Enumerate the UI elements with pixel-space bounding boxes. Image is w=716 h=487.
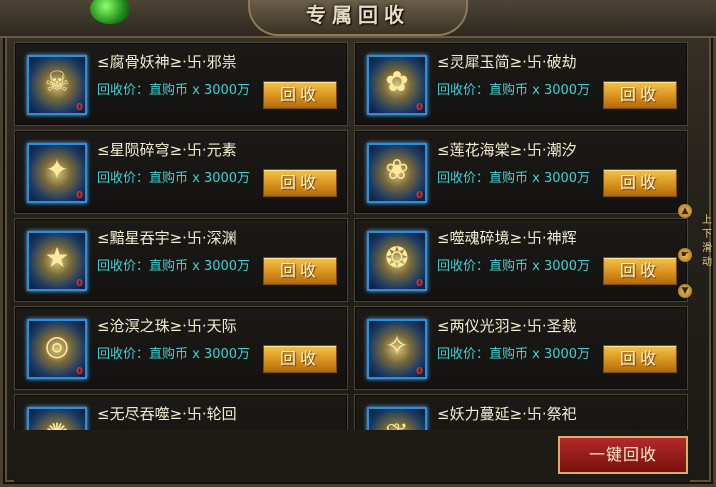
list-item: ❦ ≤妖力蔓延≥·卐·祭祀 回收价：直购币 x 3000万 回收 (354, 394, 688, 430)
item-list[interactable]: ☠ 0 ≤腐骨妖神≥·卐·邪祟 回收价：直购币 x 3000万 回收 ✿ 0 ≤灵犀… (14, 42, 690, 430)
item-count: 0 (416, 190, 423, 201)
list-item: ✺ ≤无尽吞噬≥·卐·轮回 回收价：直购币 x 3000万 回收 (14, 394, 348, 430)
item-price: 回收价：直购币 x 3000万 (437, 171, 591, 186)
item-count: 0 (76, 190, 83, 201)
feather-icon[interactable]: ✧ 0 (367, 319, 427, 379)
recycle-button[interactable]: 回收 (603, 81, 677, 109)
list-item: ❂ 0 ≤噬魂碎境≥·卐·神辉 回收价：直购币 x 3000万 回收 (354, 218, 688, 302)
item-count: 0 (76, 102, 83, 113)
item-name: ≤两仪光羽≥·卐·圣裁 (437, 317, 577, 335)
lotus-icon[interactable]: ❀ 0 (367, 143, 427, 203)
recycle-button[interactable]: 回收 (603, 257, 677, 285)
title-bar: 专属回收 (0, 0, 716, 38)
item-count: 0 (416, 102, 423, 113)
item-name: ≤妖力蔓延≥·卐·祭祀 (437, 405, 577, 423)
recycle-button[interactable]: 回收 (263, 169, 337, 197)
demon-skull-icon[interactable]: ☠ 0 (27, 55, 87, 115)
scroll-nav: ▲ ☛ ▼ (678, 200, 702, 300)
recycle-button[interactable]: 回收 (603, 169, 677, 197)
recycle-window: 专属回收 ☠ 0 ≤腐骨妖神≥·卐·邪祟 回收价：直购币 x 3000万 回收 ✿… (0, 0, 716, 487)
list-item: ✿ 0 ≤灵犀玉简≥·卐·破劫 回收价：直购币 x 3000万 回收 (354, 42, 688, 126)
item-price: 回收价：直购币 x 3000万 (437, 347, 591, 362)
scroll-up-icon[interactable]: ▲ (678, 204, 692, 218)
scroll-hint: 上下滑动 (702, 215, 712, 268)
list-item: ◎ 0 ≤沧溟之珠≥·卐·天际 回收价：直购币 x 3000万 回收 (14, 306, 348, 390)
item-price: 回收价：直购币 x 3000万 (437, 83, 591, 98)
recycle-button[interactable]: 回收 (603, 345, 677, 373)
recycle-button[interactable]: 回收 (263, 81, 337, 109)
item-name: ≤腐骨妖神≥·卐·邪祟 (97, 53, 237, 71)
item-price: 回收价：直购币 x 3000万 (97, 347, 251, 362)
devour-icon[interactable]: ✺ (27, 407, 87, 430)
item-name: ≤沧溟之珠≥·卐·天际 (97, 317, 237, 335)
item-name: ≤莲花海棠≥·卐·潮汐 (437, 141, 577, 159)
item-price: 回收价：直购币 x 3000万 (97, 259, 251, 274)
item-name: ≤噬魂碎境≥·卐·神辉 (437, 229, 577, 247)
item-count: 0 (416, 278, 423, 289)
item-price: 回收价：直购币 x 3000万 (437, 259, 591, 274)
item-count: 0 (76, 278, 83, 289)
item-name: ≤星陨碎穹≥·卐·元素 (97, 141, 237, 159)
green-gem-icon (90, 0, 130, 24)
dark-star-icon[interactable]: ★ 0 (27, 231, 87, 291)
hand-pointer-icon: ☛ (678, 248, 692, 262)
item-price: 回收价：直购币 x 3000万 (97, 171, 251, 186)
list-item: ✧ 0 ≤两仪光羽≥·卐·圣裁 回收价：直购币 x 3000万 回收 (354, 306, 688, 390)
meteor-icon[interactable]: ✦ 0 (27, 143, 87, 203)
one-key-recycle-button[interactable]: 一键回收 (558, 436, 688, 474)
item-count: 0 (76, 366, 83, 377)
recycle-button[interactable]: 回收 (263, 345, 337, 373)
list-item: ☠ 0 ≤腐骨妖神≥·卐·邪祟 回收价：直购币 x 3000万 回收 (14, 42, 348, 126)
item-name: ≤黯星吞宇≥·卐·深渊 (97, 229, 237, 247)
pearl-ring-icon[interactable]: ◎ 0 (27, 319, 87, 379)
list-item: ★ 0 ≤黯星吞宇≥·卐·深渊 回收价：直购币 x 3000万 回收 (14, 218, 348, 302)
list-item: ❀ 0 ≤莲花海棠≥·卐·潮汐 回收价：直购币 x 3000万 回收 (354, 130, 688, 214)
window-title: 专属回收 (306, 3, 410, 27)
item-name: ≤无尽吞噬≥·卐·轮回 (97, 405, 237, 423)
jade-slip-icon[interactable]: ✿ 0 (367, 55, 427, 115)
list-item: ✦ 0 ≤星陨碎穹≥·卐·元素 回收价：直购币 x 3000万 回收 (14, 130, 348, 214)
soul-mirror-icon[interactable]: ❂ 0 (367, 231, 427, 291)
recycle-button[interactable]: 回收 (263, 257, 337, 285)
title-plate: 专属回收 (248, 0, 468, 36)
vine-icon[interactable]: ❦ (367, 407, 427, 430)
scroll-down-icon[interactable]: ▼ (678, 284, 692, 298)
item-count: 0 (416, 366, 423, 377)
item-price: 回收价：直购币 x 3000万 (97, 83, 251, 98)
item-name: ≤灵犀玉简≥·卐·破劫 (437, 53, 577, 71)
